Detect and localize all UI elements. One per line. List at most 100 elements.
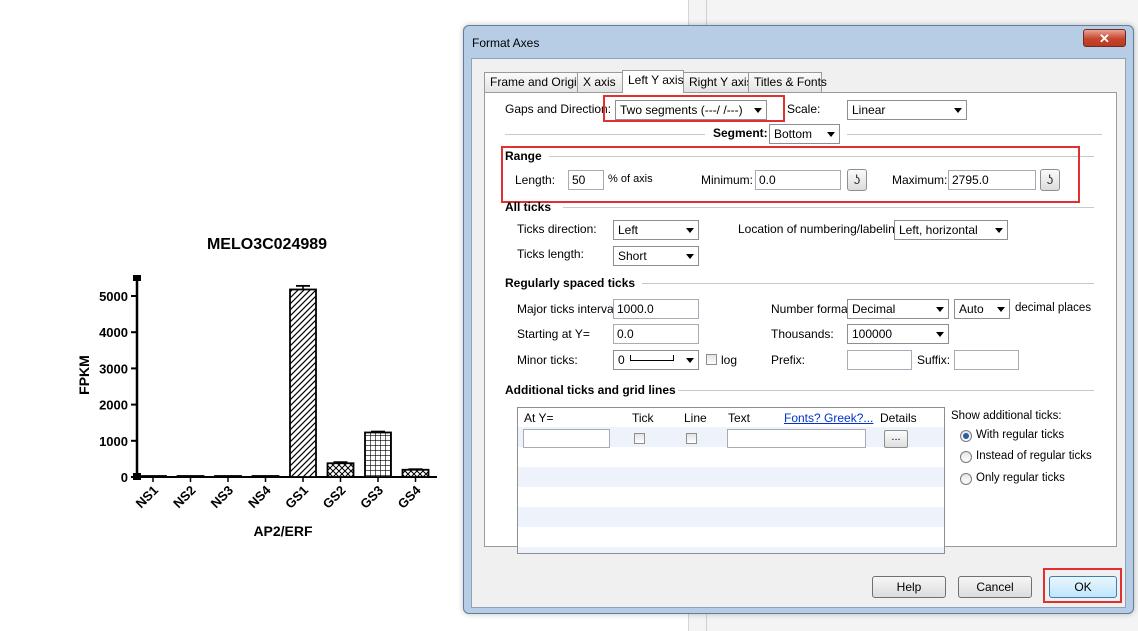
additional-heading: Additional ticks and grid lines — [505, 383, 676, 397]
scale-value: Linear — [852, 103, 886, 117]
y-tick-label: 3000 — [99, 361, 128, 376]
radio-only-regular-ticks[interactable] — [960, 473, 972, 485]
tick-preview-icon — [630, 355, 674, 361]
dialog-title: Format Axes — [472, 36, 540, 50]
decimal-places-label: decimal places — [1015, 302, 1092, 314]
divider — [847, 134, 1102, 135]
segment-select[interactable]: Bottom — [769, 124, 840, 144]
format-axes-dialog: Format Axes ✕ Frame and Origin X axis Le… — [463, 25, 1134, 614]
chevron-down-icon — [686, 358, 694, 363]
log-label: log — [721, 353, 738, 367]
x-axis-label: AP2/ERF — [253, 523, 313, 539]
starting-at-input[interactable]: 0.0 — [613, 324, 699, 344]
y-tick-label: 1000 — [99, 434, 128, 449]
tab-titles-fonts[interactable]: Titles & Fonts — [748, 72, 827, 92]
location-select[interactable]: Left, horizontal — [894, 220, 1008, 240]
regular-ticks-heading: Regularly spaced ticks — [505, 276, 636, 290]
tab-left-y-axis[interactable]: Left Y axis — [622, 70, 684, 93]
x-tick-label-gs1: GS1 — [282, 483, 311, 512]
bar-gs2 — [326, 462, 355, 478]
chevron-down-icon — [997, 307, 1005, 312]
tab-x-axis[interactable]: X axis — [577, 72, 623, 92]
divider — [563, 207, 1094, 208]
with-regular-ticks-label: With regular ticks — [976, 429, 1065, 441]
suffix-input[interactable] — [954, 350, 1019, 370]
text-input[interactable] — [727, 429, 866, 448]
cancel-button[interactable]: Cancel — [958, 576, 1032, 598]
chevron-down-icon — [954, 108, 962, 113]
help-button[interactable]: Help — [872, 576, 946, 598]
only-regular-ticks-label: Only regular ticks — [976, 472, 1065, 484]
details-button[interactable]: ... — [884, 430, 908, 448]
chevron-down-icon — [827, 132, 835, 137]
divider — [678, 390, 1094, 391]
line-checkbox[interactable] — [686, 433, 697, 444]
radio-instead-of-regular-ticks[interactable] — [960, 451, 972, 463]
segment-label: Segment: — [713, 126, 768, 140]
column-details: Details — [880, 411, 917, 425]
table-row — [518, 467, 944, 487]
highlight-gaps — [603, 95, 785, 122]
table-row — [518, 547, 944, 553]
x-tick-label-ns2: NS2 — [170, 483, 198, 511]
y-axis-label: FPKM — [76, 355, 92, 395]
tab-right-y-axis[interactable]: Right Y axis — [683, 72, 753, 92]
number-format-value: Decimal — [852, 302, 896, 316]
segment-value: Bottom — [774, 127, 813, 141]
close-button[interactable]: ✕ — [1083, 29, 1126, 47]
title-bar[interactable]: Format Axes ✕ — [464, 26, 1133, 56]
scale-select[interactable]: Linear — [847, 100, 967, 120]
decimal-places-select[interactable]: Auto — [954, 299, 1010, 319]
thousands-value: 100000 — [852, 327, 893, 341]
gaps-direction-label: Gaps and Direction: — [505, 102, 612, 116]
highlight-ok — [1043, 568, 1122, 603]
tick-checkbox[interactable] — [634, 433, 645, 444]
y-tick-label: 5000 — [99, 289, 128, 304]
ticks-length-select[interactable]: Short — [613, 246, 699, 266]
location-value: Left, horizontal — [899, 223, 978, 237]
x-tick-label-gs2: GS2 — [320, 483, 349, 512]
x-tick-label-gs4: GS4 — [395, 482, 425, 512]
minor-ticks-select[interactable]: 0 — [613, 350, 699, 370]
y-tick-label: 2000 — [99, 398, 128, 413]
y-tick-label: 0 — [121, 470, 128, 485]
thousands-select[interactable]: 100000 — [847, 324, 949, 344]
radio-with-regular-ticks[interactable] — [960, 430, 972, 442]
chevron-down-icon — [936, 332, 944, 337]
ticks-length-label: Ticks length: — [517, 247, 584, 261]
column-text: Text — [728, 411, 751, 425]
y-axis-break-marker — [133, 275, 141, 282]
column-at-y: At Y= — [524, 411, 554, 425]
bar-gs1 — [289, 288, 317, 478]
log-checkbox[interactable] — [706, 354, 717, 365]
major-interval-label: Major ticks interval: — [517, 302, 620, 316]
left-y-axis-panel: Gaps and Direction: Two segments (---/ /… — [484, 92, 1117, 554]
column-line: Line — [684, 411, 707, 425]
additional-ticks-table: At Y= Tick Line Text Fonts? Greek?... De… — [517, 407, 945, 554]
chart-title: MELO3C024989 — [207, 236, 327, 253]
prefix-input[interactable] — [847, 350, 912, 370]
x-tick-label-ns1: NS1 — [133, 483, 161, 511]
divider — [505, 134, 705, 135]
y-tick-label: 4000 — [99, 325, 128, 340]
instead-of-regular-ticks-label: Instead of regular ticks — [976, 450, 1092, 462]
location-label: Location of numbering/labeling: — [738, 222, 905, 236]
tab-frame-and-origin[interactable]: Frame and Origin — [484, 72, 583, 92]
dialog-client-area: Frame and Origin X axis Left Y axis Righ… — [471, 58, 1126, 608]
major-interval-input[interactable]: 1000.0 — [613, 299, 699, 319]
ticks-direction-select[interactable]: Left — [613, 220, 699, 240]
minor-ticks-label: Minor ticks: — [517, 353, 578, 367]
divider — [642, 283, 1094, 284]
at-y-input[interactable] — [523, 429, 610, 448]
number-format-select[interactable]: Decimal — [847, 299, 949, 319]
fonts-greek-link[interactable]: Fonts? Greek?... — [784, 411, 873, 425]
decimal-places-value: Auto — [959, 302, 984, 316]
ticks-length-value: Short — [618, 249, 647, 263]
table-header: At Y= Tick Line Text Fonts? Greek?... De… — [518, 408, 944, 427]
prefix-label: Prefix: — [771, 353, 806, 367]
starting-at-label: Starting at Y= — [517, 327, 590, 341]
x-tick-label-ns4: NS4 — [245, 482, 274, 511]
highlight-range — [501, 146, 1080, 203]
thousands-label: Thousands: — [771, 327, 834, 341]
x-tick-label-ns3: NS3 — [208, 483, 236, 511]
